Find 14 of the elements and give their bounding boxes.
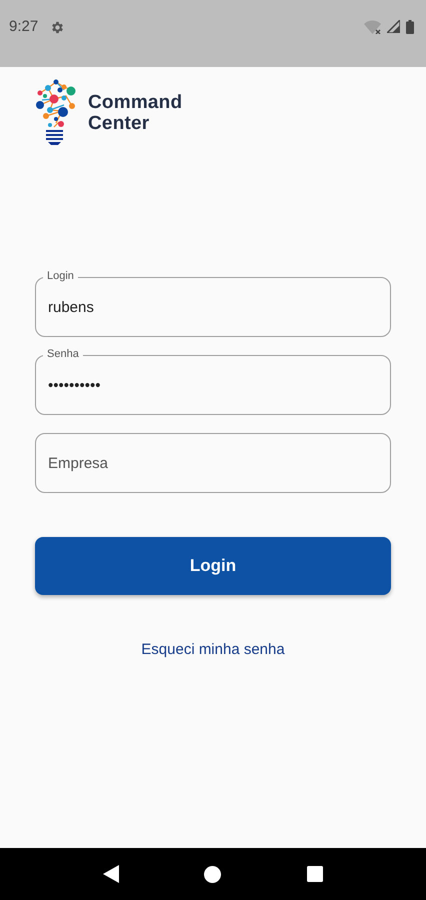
app-name: Command Center (88, 92, 184, 134)
forgot-password-link[interactable]: Esqueci minha senha (141, 641, 285, 658)
signal-icon (387, 20, 400, 33)
lightbulb-network-logo-drawing (34, 78, 76, 148)
recents-icon[interactable] (307, 866, 324, 882)
status-time: 9:27 (9, 18, 38, 36)
back-icon[interactable] (102, 865, 119, 883)
login-button[interactable]: Login (35, 537, 391, 595)
battery-icon (406, 20, 414, 34)
wifi-off-icon (364, 20, 381, 34)
home-icon[interactable] (204, 866, 222, 882)
field-label: Login (43, 269, 78, 283)
settings-icon (50, 20, 66, 35)
input-field[interactable]: Empresa (35, 433, 391, 493)
